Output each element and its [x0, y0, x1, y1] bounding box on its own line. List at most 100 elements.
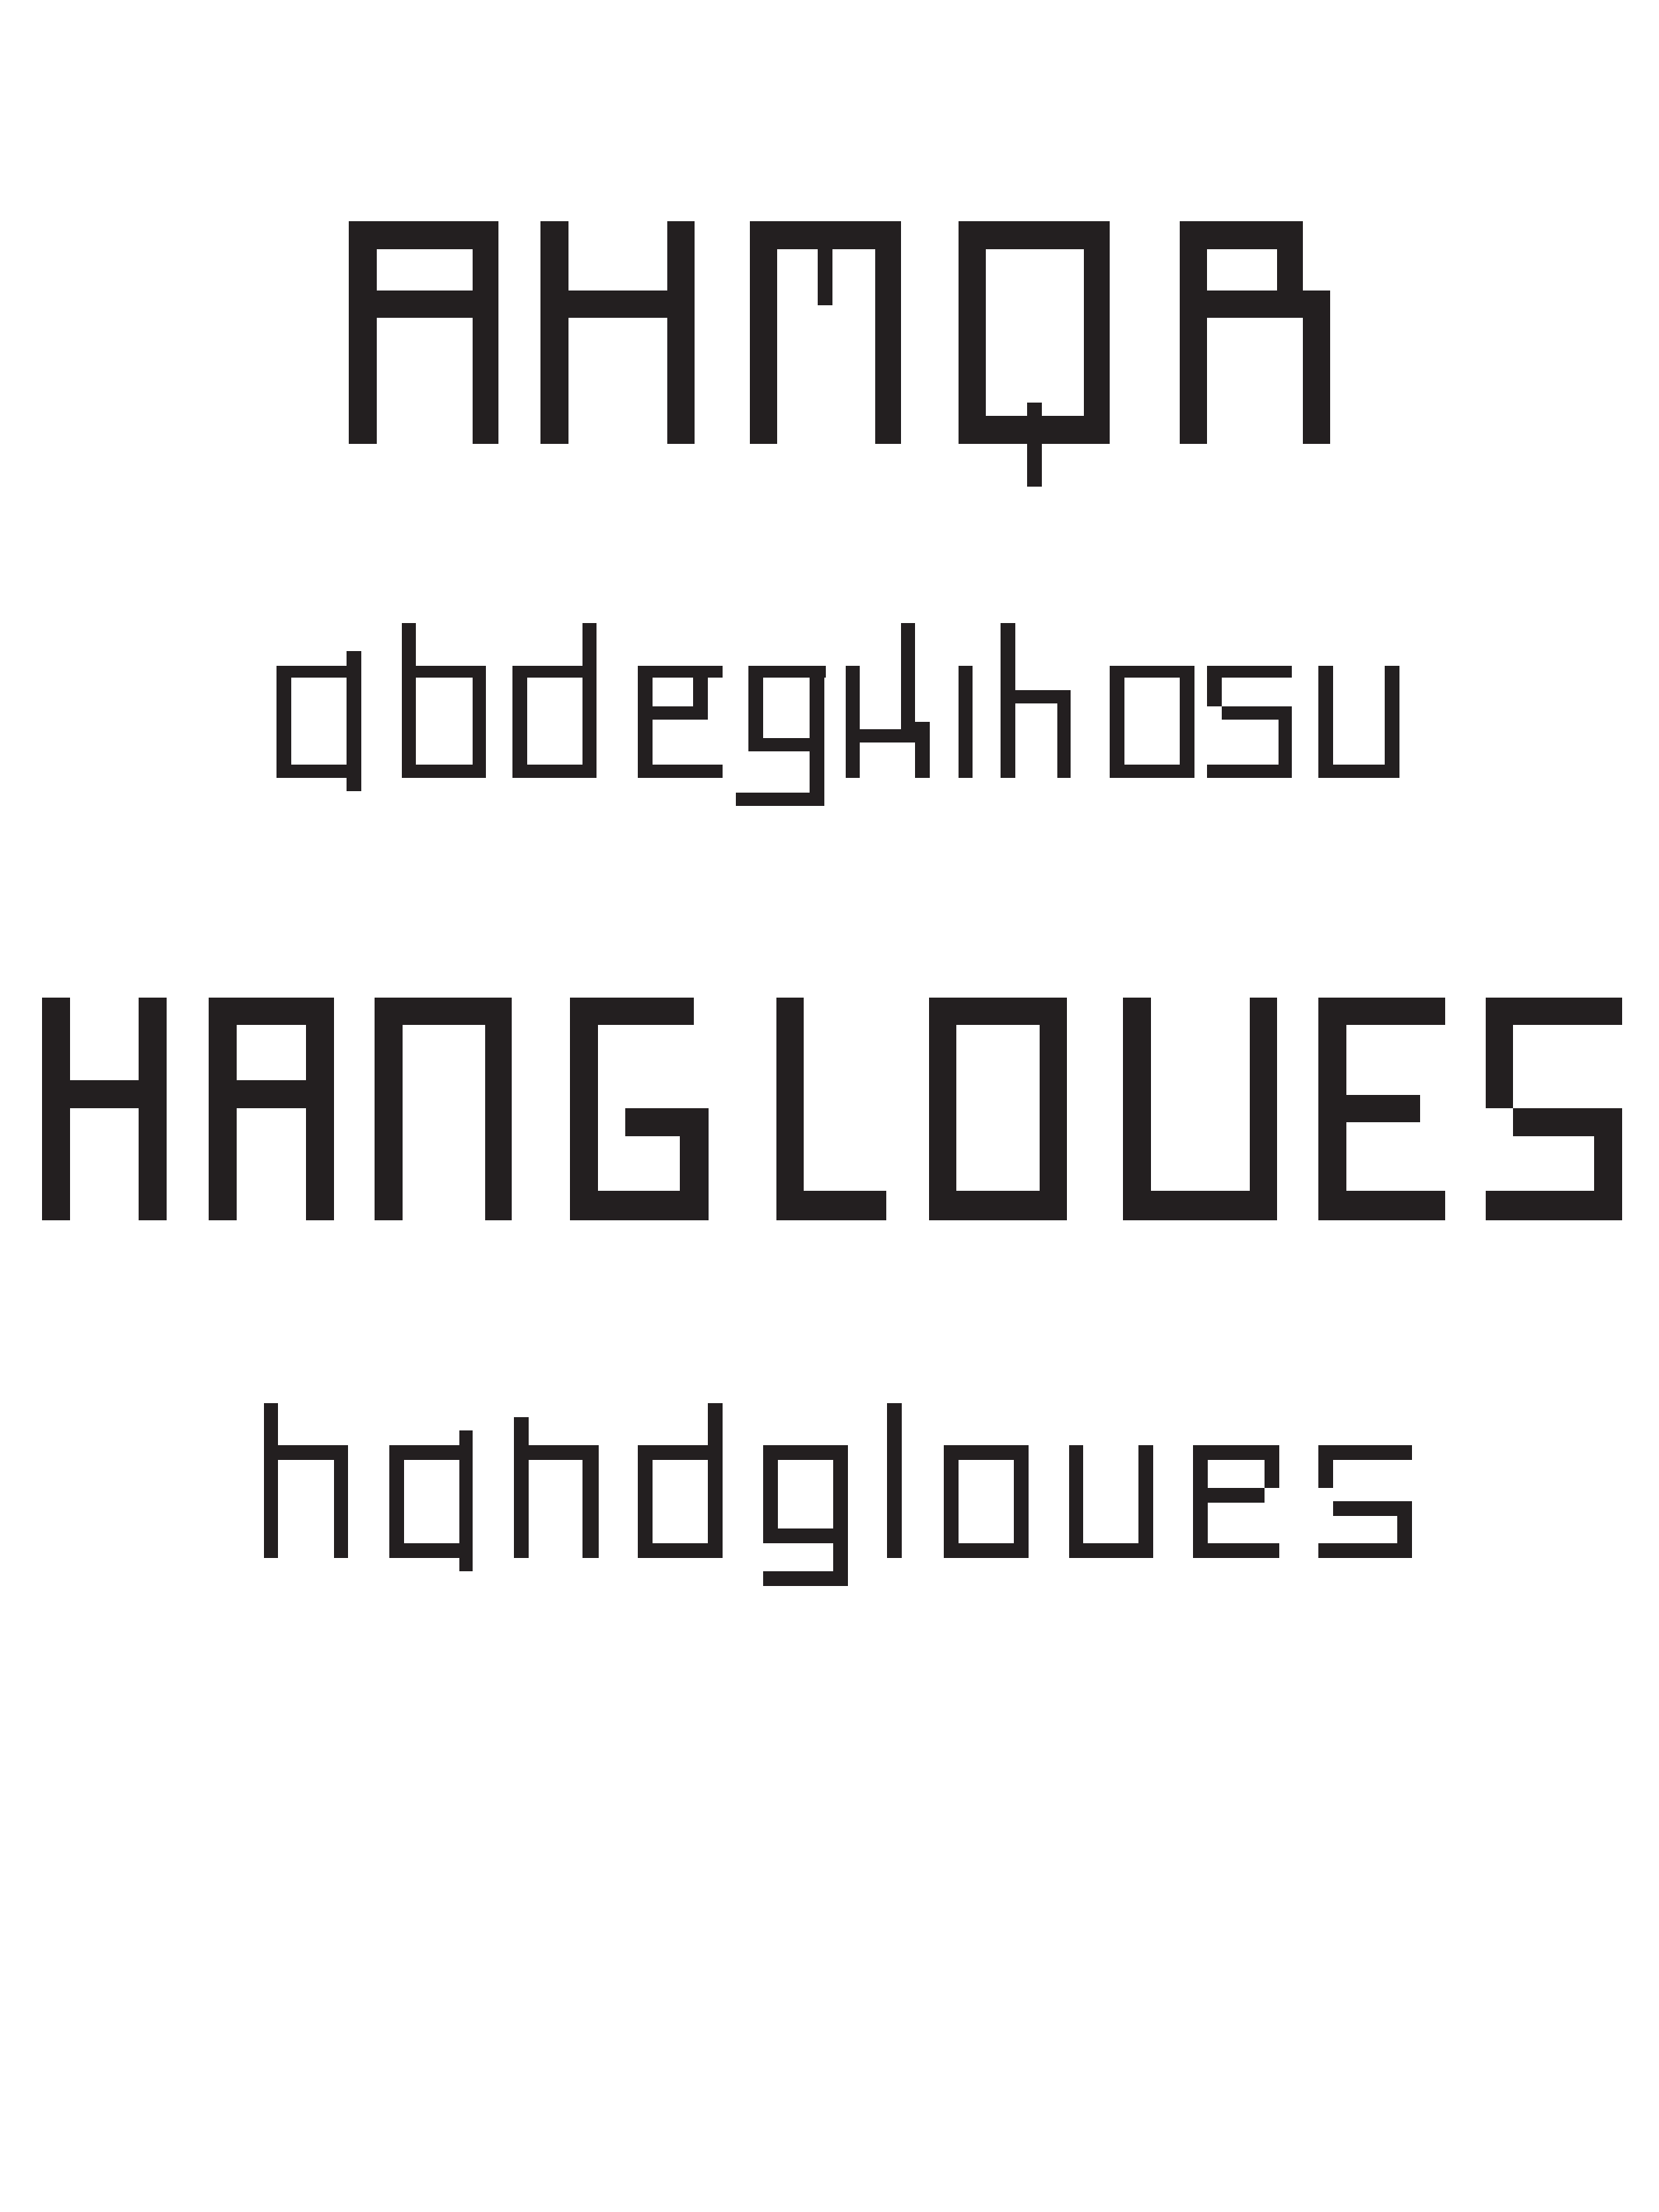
glyph-stroke	[1124, 765, 1180, 778]
glyph-g-29	[763, 1445, 848, 1586]
glyph-M-2	[750, 221, 901, 444]
specimen-artwork	[42, 221, 1622, 1586]
glyph-stroke	[291, 765, 347, 778]
glyph-stroke	[278, 1445, 348, 1460]
glyph-stroke	[1069, 1445, 1083, 1558]
specimen-line-lowercase-sample	[276, 623, 1399, 806]
glyph-stroke	[349, 221, 377, 444]
glyph-stroke	[402, 623, 416, 778]
glyph-N-18	[375, 998, 512, 1220]
glyph-o-31	[944, 1445, 1029, 1558]
specimen-line-uppercase-sample	[349, 221, 1330, 487]
glyph-stroke	[514, 1417, 529, 1558]
glyph-stroke	[959, 221, 986, 444]
glyph-stroke	[1027, 444, 1042, 487]
glyph-e-33	[1193, 1445, 1279, 1558]
glyph-h-12	[1001, 623, 1071, 778]
glyph-stroke	[901, 623, 915, 729]
glyph-stroke	[708, 1403, 723, 1558]
glyph-stroke	[473, 249, 498, 444]
glyph-stroke	[1486, 998, 1513, 1108]
glyph-stroke	[237, 998, 334, 1025]
glyph-b-6	[402, 623, 486, 778]
glyph-stroke	[1318, 1543, 1412, 1558]
glyph-g-9	[736, 666, 826, 806]
glyph-stroke	[915, 722, 930, 778]
glyph-stroke	[1084, 249, 1110, 444]
glyph-k-10	[846, 623, 930, 778]
glyph-stroke	[1318, 666, 1333, 778]
glyph-stroke	[540, 221, 568, 444]
glyph-stroke	[1265, 1460, 1279, 1488]
glyph-stroke	[1346, 1095, 1420, 1122]
glyph-stroke	[582, 623, 597, 778]
glyph-stroke	[375, 998, 403, 1220]
glyph-stroke	[653, 706, 708, 720]
glyph-stroke	[1208, 1543, 1279, 1558]
glyph-s-34	[1318, 1445, 1412, 1558]
glyph-stroke	[1333, 1501, 1412, 1516]
glyph-stroke	[403, 998, 512, 1025]
glyph-stroke	[1318, 1445, 1333, 1488]
glyph-stroke	[527, 666, 590, 678]
glyph-stroke	[459, 1430, 473, 1571]
glyph-stroke	[1277, 249, 1303, 291]
glyph-o-13	[1110, 666, 1194, 778]
glyph-stroke	[334, 1460, 348, 1558]
glyph-a-5	[276, 651, 361, 791]
glyph-stroke	[986, 221, 1110, 249]
glyph-stroke	[1346, 998, 1445, 1025]
glyph-stroke	[1110, 666, 1124, 778]
glyph-stroke	[667, 221, 695, 444]
glyph-stroke	[570, 998, 598, 1220]
glyph-L-20	[776, 998, 886, 1220]
glyph-stroke	[568, 291, 667, 318]
glyph-stroke	[956, 1191, 1067, 1220]
glyph-stroke	[1222, 666, 1292, 678]
glyph-stroke	[804, 1191, 886, 1220]
glyph-stroke	[763, 1571, 833, 1586]
glyph-stroke	[1193, 1445, 1208, 1558]
glyph-stroke	[209, 998, 237, 1220]
glyph-stroke	[778, 1445, 833, 1460]
glyph-stroke	[810, 666, 824, 806]
glyph-stroke	[653, 666, 723, 678]
glyph-stroke	[70, 1080, 139, 1108]
glyph-stroke	[1138, 1445, 1153, 1558]
glyph-stroke	[1180, 221, 1207, 444]
glyph-stroke	[264, 1403, 278, 1558]
glyph-stroke	[416, 765, 473, 778]
specimen-line-uppercase-word	[42, 998, 1622, 1220]
glyph-A-0	[349, 221, 498, 444]
glyph-stroke	[1027, 403, 1042, 416]
glyph-Q-3	[959, 221, 1110, 487]
glyph-stroke	[1057, 703, 1071, 778]
glyph-stroke	[529, 1445, 599, 1460]
glyph-stroke	[512, 666, 527, 778]
glyph-stroke	[42, 998, 70, 1220]
glyph-E-23	[1318, 998, 1445, 1220]
glyph-stroke	[750, 221, 777, 444]
glyph-stroke	[763, 738, 810, 751]
glyph-stroke	[833, 1445, 848, 1586]
glyph-stroke	[944, 1445, 959, 1558]
glyph-s-14	[1207, 666, 1292, 778]
glyph-stroke	[347, 651, 361, 791]
glyph-stroke	[959, 1543, 1014, 1558]
glyph-stroke	[680, 1136, 709, 1191]
glyph-stroke	[1513, 998, 1622, 1025]
glyph-h-25	[264, 1403, 348, 1558]
glyph-stroke	[527, 765, 582, 778]
glyph-stroke	[1486, 1191, 1622, 1220]
glyph-i-11	[959, 666, 973, 778]
glyph-stroke	[377, 291, 473, 318]
glyph-stroke	[846, 666, 860, 778]
glyph-stroke	[404, 1543, 459, 1558]
glyph-stroke	[1333, 765, 1385, 778]
glyph-stroke	[1222, 706, 1292, 720]
glyph-stroke	[582, 1460, 599, 1558]
glyph-stroke	[1207, 291, 1303, 318]
glyph-H-1	[540, 221, 695, 444]
glyph-G-19	[570, 998, 709, 1220]
glyph-stroke	[653, 1445, 708, 1460]
